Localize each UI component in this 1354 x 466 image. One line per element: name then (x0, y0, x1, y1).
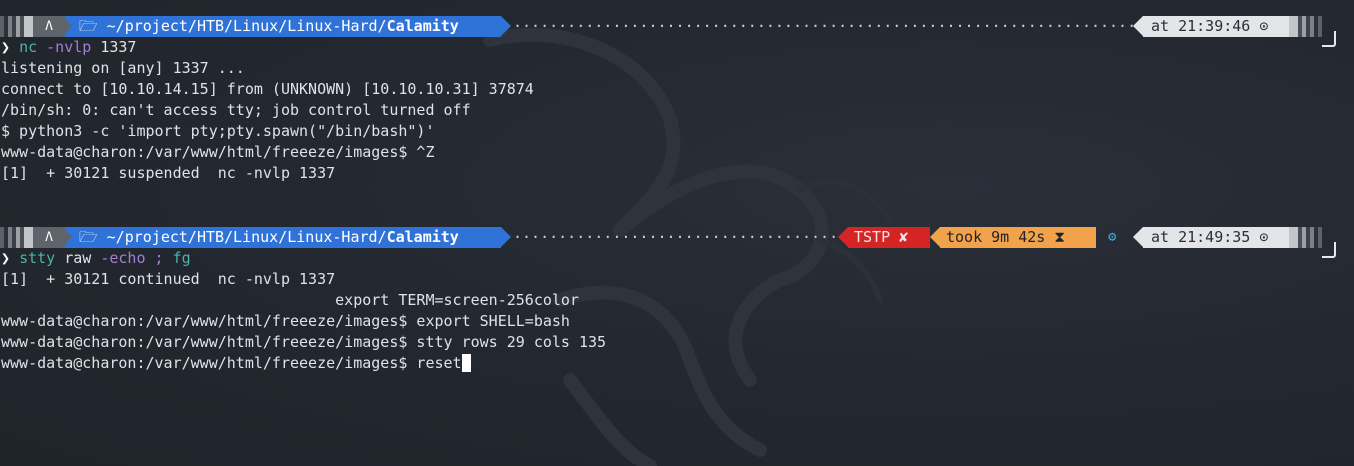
prompt-corner (1322, 31, 1336, 47)
right-gradient-segment (1289, 227, 1322, 248)
left-gradient-segment (0, 227, 33, 248)
text-cursor (461, 354, 471, 372)
clock-time: at 21:49:35 ⊙ (1151, 228, 1269, 246)
separator-arrow (838, 227, 848, 247)
separator-arrow (62, 16, 72, 36)
current-input: www-data@charon:/var/www/html/freeeze/im… (1, 354, 462, 372)
linux-icon: Λ (45, 230, 53, 245)
command: stty (19, 249, 56, 267)
exit-status-segment: TSTP ✘ (848, 227, 930, 248)
separator-arrow (1133, 227, 1143, 247)
output-line: www-data@charon:/var/www/html/freeeze/im… (1, 143, 435, 161)
output-line: connect to [10.10.14.15] from (UNKNOWN) … (1, 80, 534, 98)
os-icon-segment: Λ (33, 227, 65, 248)
output-line: www-data@charon:/var/www/html/freeeze/im… (1, 312, 570, 330)
command-line-1: ❯ nc -nvlp 1337 (1, 37, 136, 58)
directory-current: Calamity (386, 228, 459, 246)
left-gradient-segment (0, 16, 33, 37)
separator-arrow (501, 16, 511, 36)
separator-arrow (1133, 16, 1143, 36)
time-segment: at 21:49:35 ⊙ (1143, 227, 1289, 248)
output-line: [1] + 30121 continued nc -nvlp 1337 (1, 270, 336, 288)
right-gradient-segment (1289, 16, 1322, 37)
directory-current: Calamity (386, 17, 459, 35)
prompt-bar-2: Λ 🗁 ~/project/HTB/Linux/Linux-Hard/Calam… (0, 227, 1354, 248)
filler-dots: ········································… (513, 17, 1133, 35)
os-icon-segment: Λ (33, 16, 65, 37)
gear-icon: ⚙ (1108, 229, 1117, 245)
prompt-bar-1: Λ 🗁 ~/project/HTB/Linux/Linux-Hard/Calam… (0, 16, 1354, 37)
separator-arrow (62, 227, 72, 247)
command-flags: -nvlp (46, 38, 92, 56)
time-segment: at 21:39:46 ⊙ (1143, 16, 1289, 37)
output-line: /bin/sh: 0: can't access tty; job contro… (1, 101, 471, 119)
directory-path: 🗁 ~/project/HTB/Linux/Linux-Hard/ (79, 17, 387, 35)
duration-segment: took 9m 42s ⧗ (940, 227, 1096, 248)
terminal-window[interactable]: Λ 🗁 ~/project/HTB/Linux/Linux-Hard/Calam… (0, 0, 1354, 466)
directory-segment: 🗁 ~/project/HTB/Linux/Linux-Hard/Calamit… (65, 227, 501, 248)
separator-arrow (930, 227, 940, 247)
prompt-caret: ❯ (1, 38, 11, 56)
prompt-corner (1322, 242, 1336, 258)
directory-path: 🗁 ~/project/HTB/Linux/Linux-Hard/ (79, 228, 387, 246)
command: fg (172, 249, 191, 267)
prompt-caret: ❯ (1, 249, 11, 267)
exit-status: TSTP ✘ (854, 228, 909, 246)
command: nc (19, 38, 38, 56)
output-line: export TERM=screen-256color (1, 291, 579, 309)
clock-time: at 21:39:46 ⊙ (1151, 17, 1269, 35)
command-flags: -echo (100, 249, 146, 267)
directory-segment: 🗁 ~/project/HTB/Linux/Linux-Hard/Calamit… (65, 16, 501, 37)
command-arg: raw (64, 249, 92, 267)
output-line: [1] + 30121 suspended nc -nvlp 1337 (1, 164, 336, 182)
filler-dots: ········································… (513, 228, 838, 246)
command-duration: took 9m 42s ⧗ (946, 228, 1065, 246)
output-line: listening on [any] 1337 ... (1, 59, 245, 77)
input-line[interactable]: www-data@charon:/var/www/html/freeeze/im… (1, 353, 471, 374)
command-arg: 1337 (100, 38, 137, 56)
linux-icon: Λ (45, 19, 53, 34)
output-line: $ python3 -c 'import pty;pty.spawn("/bin… (1, 122, 435, 140)
separator-arrow (501, 227, 511, 247)
command-separator: ; (154, 249, 164, 267)
output-line: www-data@charon:/var/www/html/freeeze/im… (1, 333, 607, 351)
command-line-2: ❯ stty raw -echo ; fg (1, 248, 191, 269)
